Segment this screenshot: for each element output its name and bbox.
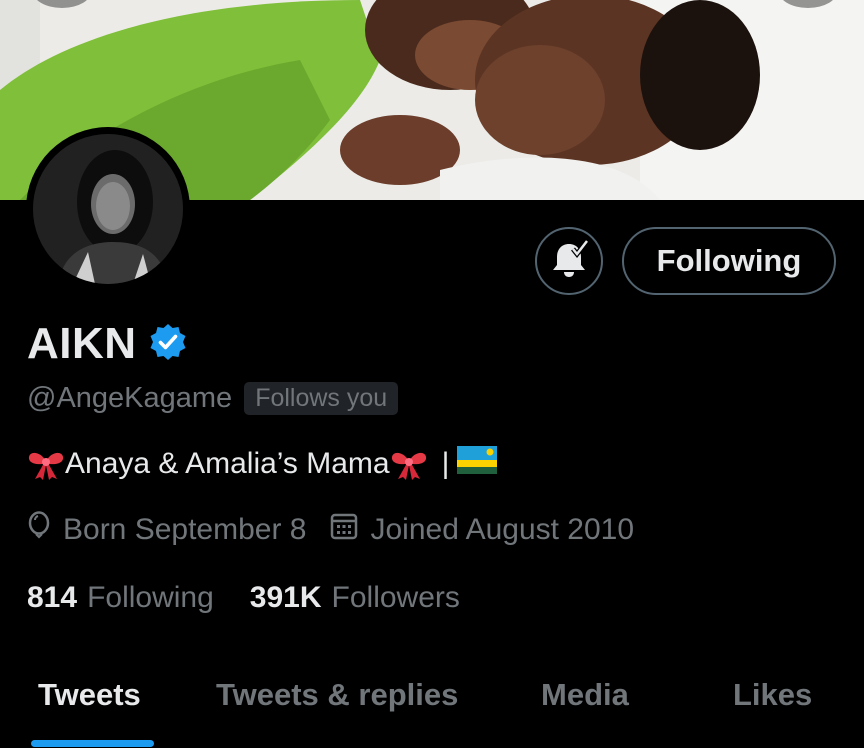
profile-name-row: AIKN [27,318,187,370]
follows-you-badge: Follows you [244,381,399,415]
ribbon-icon [390,447,428,481]
profile-stats: 814 Following 391K Followers [27,578,460,618]
handle-row: @AngeKagame Follows you [27,379,399,417]
profile-tabs: Tweets Tweets & replies Media Likes [0,660,864,748]
tab-tweets-and-replies[interactable]: Tweets & replies [216,677,458,713]
followers-stat[interactable]: 391K Followers [250,581,460,615]
followers-count: 391K [249,581,322,614]
ribbon-icon [27,447,65,481]
tab-media[interactable]: Media [541,677,629,713]
verified-badge-icon [149,323,187,366]
following-button[interactable]: Following [622,227,836,295]
joined-text: Joined August 2010 [370,513,635,546]
notifications-button[interactable] [535,227,603,295]
balloon-icon [27,511,51,549]
calendar-icon [330,512,358,548]
bio-separator: | [441,447,450,480]
birthday-text: Born September 8 [63,513,307,546]
display-name: AIKN [27,319,137,368]
following-button-label: Following [656,243,802,278]
handle: @AngeKagame [27,381,233,414]
tab-tweets[interactable]: Tweets [38,677,141,713]
following-count: 814 [27,581,78,614]
following-stat[interactable]: 814 Following [27,581,214,615]
profile-meta: Born September 8 Joined August 2010 [27,510,634,550]
birthday-item: Born September 8 [27,511,306,549]
tab-likes[interactable]: Likes [733,677,812,713]
followers-label: Followers [331,581,460,614]
following-label: Following [87,581,214,614]
avatar[interactable] [26,127,190,291]
bio: Anaya & Amalia’s Mama | [27,444,498,484]
bell-check-icon [549,238,589,284]
bio-text: Anaya & Amalia’s Mama [65,447,390,480]
rwanda-flag-icon [457,446,498,482]
active-tab-indicator [31,740,154,747]
joined-item: Joined August 2010 [330,512,634,548]
